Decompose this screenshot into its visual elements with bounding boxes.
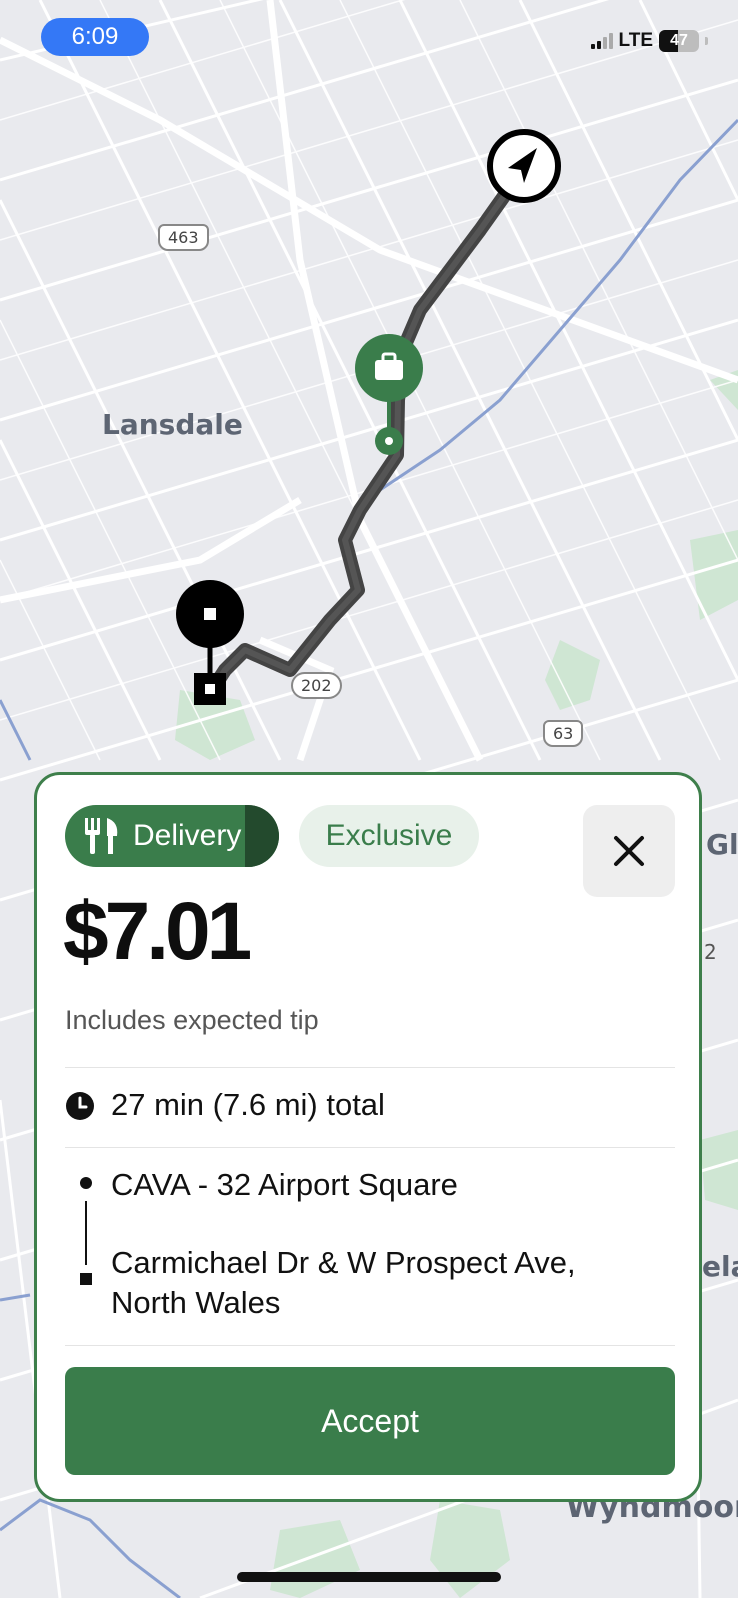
delivery-tag-label: Delivery — [133, 819, 242, 852]
offer-price: $7.01 — [63, 886, 252, 977]
navigation-arrow-icon — [487, 129, 561, 203]
status-time: 6:09 — [41, 18, 149, 56]
close-button[interactable] — [583, 805, 675, 897]
signal-icon — [590, 33, 613, 49]
utensils-icon — [85, 818, 118, 854]
accept-button[interactable]: Accept — [65, 1367, 675, 1475]
offer-card: Delivery Exclusive $7.01 Includes expect… — [34, 772, 702, 1502]
map-edge-label: 2 — [704, 940, 717, 964]
divider — [65, 1345, 675, 1346]
home-indicator[interactable] — [237, 1572, 501, 1582]
divider — [65, 1067, 675, 1068]
route-shield-63: 63 — [543, 720, 584, 747]
divider — [65, 1147, 675, 1148]
network-label: LTE — [618, 30, 653, 51]
route-stops-icon — [80, 1177, 92, 1285]
town-label-lansdale: Lansdale — [102, 408, 243, 441]
map-edge-label: Gl — [706, 828, 738, 861]
trip-summary: 27 min (7.6 mi) total — [111, 1087, 385, 1122]
dropoff-address-line2: North Wales — [111, 1285, 281, 1320]
battery-level: 47 — [670, 32, 688, 49]
pickup-address: CAVA - 32 Airport Square — [111, 1167, 458, 1202]
status-indicators: LTE 47 — [590, 30, 708, 52]
map-edge-label: ela — [702, 1250, 738, 1283]
tip-note: Includes expected tip — [65, 1005, 319, 1035]
battery-icon: 47 — [659, 30, 699, 52]
route-shield-463: 463 — [158, 224, 209, 251]
dropoff-address-line1: Carmichael Dr & W Prospect Ave, — [111, 1245, 576, 1280]
route-shield-202: 202 — [291, 672, 342, 699]
clock-icon — [66, 1092, 94, 1120]
exclusive-tag: Exclusive — [299, 805, 479, 867]
close-icon — [614, 836, 644, 866]
delivery-tag: Delivery — [65, 805, 279, 867]
